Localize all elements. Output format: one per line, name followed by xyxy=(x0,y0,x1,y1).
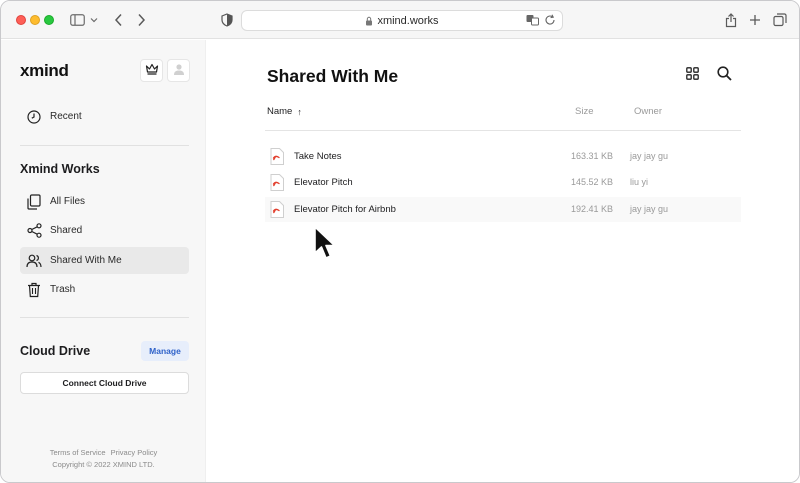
section-title-xmind-works: Xmind Works xyxy=(20,162,100,176)
table-row[interactable]: Elevator Pitch for Airbnb 192.41 KB jay … xyxy=(265,197,741,222)
file-name: Elevator Pitch for Airbnb xyxy=(294,204,396,215)
forward-icon[interactable] xyxy=(133,12,149,28)
trash-icon xyxy=(26,282,42,298)
url-text: xmind.works xyxy=(377,14,439,27)
privacy-link[interactable]: Privacy Policy xyxy=(111,448,158,457)
main-content: Shared With Me Name ↑ Size Owner Take No… xyxy=(207,40,799,482)
privacy-shield-icon[interactable] xyxy=(219,12,235,28)
close-window-button[interactable] xyxy=(16,15,26,25)
search-icon xyxy=(716,66,732,86)
sidebar-item-shared[interactable]: Shared xyxy=(20,217,189,244)
page-title: Shared With Me xyxy=(267,66,399,86)
column-header-size[interactable]: Size xyxy=(575,106,593,117)
tab-overview-icon[interactable] xyxy=(772,12,788,28)
terms-link[interactable]: Terms of Service xyxy=(50,448,106,457)
sidebar: xmind Recent Xmind Works All Files Share… xyxy=(1,40,206,482)
minimize-window-button[interactable] xyxy=(30,15,40,25)
chevron-down-icon[interactable] xyxy=(89,12,99,28)
reload-icon[interactable] xyxy=(544,14,556,29)
file-size: 145.52 KB xyxy=(571,177,614,187)
sidebar-item-trash[interactable]: Trash xyxy=(20,276,189,303)
browser-toolbar: xmind.works xyxy=(1,1,799,39)
copyright-text: Copyright © 2022 XMIND LTD. xyxy=(52,460,155,469)
avatar[interactable] xyxy=(167,59,190,82)
lock-icon xyxy=(365,16,373,26)
divider xyxy=(20,145,189,146)
share-page-icon[interactable] xyxy=(723,12,739,28)
file-name: Elevator Pitch xyxy=(294,177,353,188)
sidebar-item-label: Shared With Me xyxy=(50,255,122,266)
sidebar-item-label: All Files xyxy=(50,196,86,207)
file-size: 192.41 KB xyxy=(571,204,614,214)
sort-ascending-icon: ↑ xyxy=(297,106,302,117)
file-owner: jay jay gu xyxy=(630,204,669,214)
divider xyxy=(20,317,189,318)
crown-icon xyxy=(145,62,159,80)
sidebar-item-recent[interactable]: Recent xyxy=(20,103,189,130)
new-tab-icon[interactable] xyxy=(747,12,763,28)
premium-crown-button[interactable] xyxy=(140,59,163,82)
grid-icon xyxy=(685,67,699,85)
translate-icon[interactable] xyxy=(526,14,540,29)
xmind-file-icon xyxy=(270,201,284,218)
grid-view-button[interactable] xyxy=(684,67,700,85)
sidebar-item-label: Trash xyxy=(50,284,76,295)
search-button[interactable] xyxy=(715,66,733,86)
table-row[interactable]: Take Notes 163.31 KB jay jay gu xyxy=(265,144,741,169)
browser-window: xmind.works xmind Recent Xmind Works All… xyxy=(0,0,800,483)
file-owner: liu yi xyxy=(630,177,649,187)
mouse-pointer-icon xyxy=(314,226,336,259)
sidebar-item-label: Shared xyxy=(50,225,83,236)
footer-links: Terms of Service Privacy Policy xyxy=(1,448,206,457)
xmind-file-icon xyxy=(270,174,284,191)
file-size: 163.31 KB xyxy=(571,151,614,161)
connect-cloud-drive-button[interactable]: Connect Cloud Drive xyxy=(20,372,189,394)
file-owner: jay jay gu xyxy=(630,151,669,161)
column-name-label: Name xyxy=(267,106,293,117)
header-divider xyxy=(265,130,741,131)
share-icon xyxy=(26,223,42,239)
back-icon[interactable] xyxy=(111,12,127,28)
file-name: Take Notes xyxy=(294,151,342,162)
column-header-name[interactable]: Name ↑ xyxy=(267,106,302,117)
column-header-owner[interactable]: Owner xyxy=(634,106,662,117)
manage-button[interactable]: Manage xyxy=(141,341,189,361)
xmind-file-icon xyxy=(270,148,284,165)
sidebar-item-label: Recent xyxy=(50,111,82,122)
sidebar-item-all-files[interactable]: All Files xyxy=(20,188,189,215)
address-bar[interactable]: xmind.works xyxy=(241,10,563,31)
sidebar-item-shared-with-me[interactable]: Shared With Me xyxy=(20,247,189,274)
user-icon xyxy=(173,62,185,80)
people-icon xyxy=(26,253,42,269)
xmind-logo[interactable]: xmind xyxy=(20,61,69,81)
zoom-window-button[interactable] xyxy=(44,15,54,25)
clock-icon xyxy=(26,109,42,125)
sidebar-toggle-icon[interactable] xyxy=(69,12,85,28)
section-title-cloud-drive: Cloud Drive xyxy=(20,344,91,358)
files-icon xyxy=(26,193,42,210)
table-row[interactable]: Elevator Pitch 145.52 KB liu yi xyxy=(265,170,741,195)
